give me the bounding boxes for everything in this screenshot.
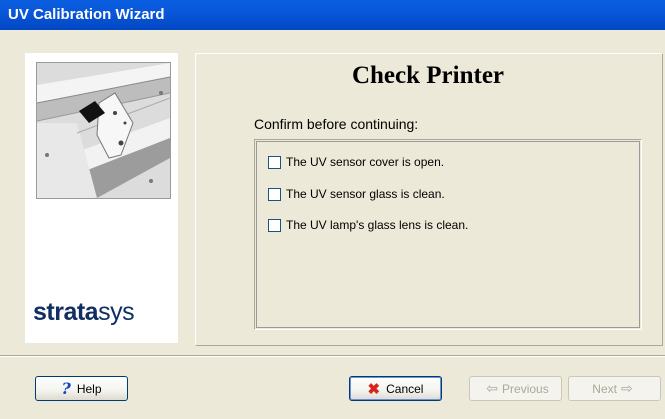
window-title: UV Calibration Wizard — [8, 6, 165, 23]
checklist-label: The UV sensor cover is open. — [286, 155, 445, 169]
red-x-icon: ✖ — [367, 380, 381, 398]
checklist-label: The UV lamp's glass lens is clean. — [286, 218, 469, 232]
footer-divider-highlight — [0, 356, 665, 357]
stratasys-logo: stratasys — [33, 298, 135, 327]
sensor-glass-checkbox[interactable] — [268, 187, 281, 201]
checklist-item-sensor-glass[interactable]: The UV sensor glass is clean. — [268, 186, 445, 202]
logo-text-light: sys — [98, 298, 135, 326]
printer-image — [36, 62, 171, 199]
confirm-prompt: Confirm before continuing: — [254, 116, 419, 132]
help-button[interactable]: ? Help — [35, 376, 128, 401]
next-button-label: Next — [592, 381, 617, 396]
logo-text-bold: strata — [33, 298, 99, 326]
cancel-button[interactable]: ✖ Cancel — [349, 376, 442, 401]
previous-button-label: Previous — [502, 381, 549, 396]
help-button-label: Help — [76, 381, 102, 396]
page-title: Check Printer — [351, 62, 505, 89]
checklist-item-sensor-cover[interactable]: The UV sensor cover is open. — [268, 154, 444, 170]
checklist-item-lamp-lens[interactable]: The UV lamp's glass lens is clean. — [268, 217, 468, 233]
title-bar[interactable]: UV Calibration Wizard — [0, 0, 665, 30]
next-button[interactable]: Next ⇨ — [568, 376, 661, 401]
lamp-lens-checkbox[interactable] — [268, 218, 281, 232]
right-arrow-icon: ⇨ — [620, 380, 633, 396]
checklist-label: The UV sensor glass is clean. — [286, 187, 445, 201]
previous-button[interactable]: ⇦ Previous — [469, 376, 562, 401]
question-mark-icon: ? — [61, 379, 71, 398]
left-arrow-icon: ⇦ — [486, 380, 499, 396]
cancel-button-label: Cancel — [386, 381, 424, 396]
sensor-cover-checkbox[interactable] — [268, 155, 281, 169]
